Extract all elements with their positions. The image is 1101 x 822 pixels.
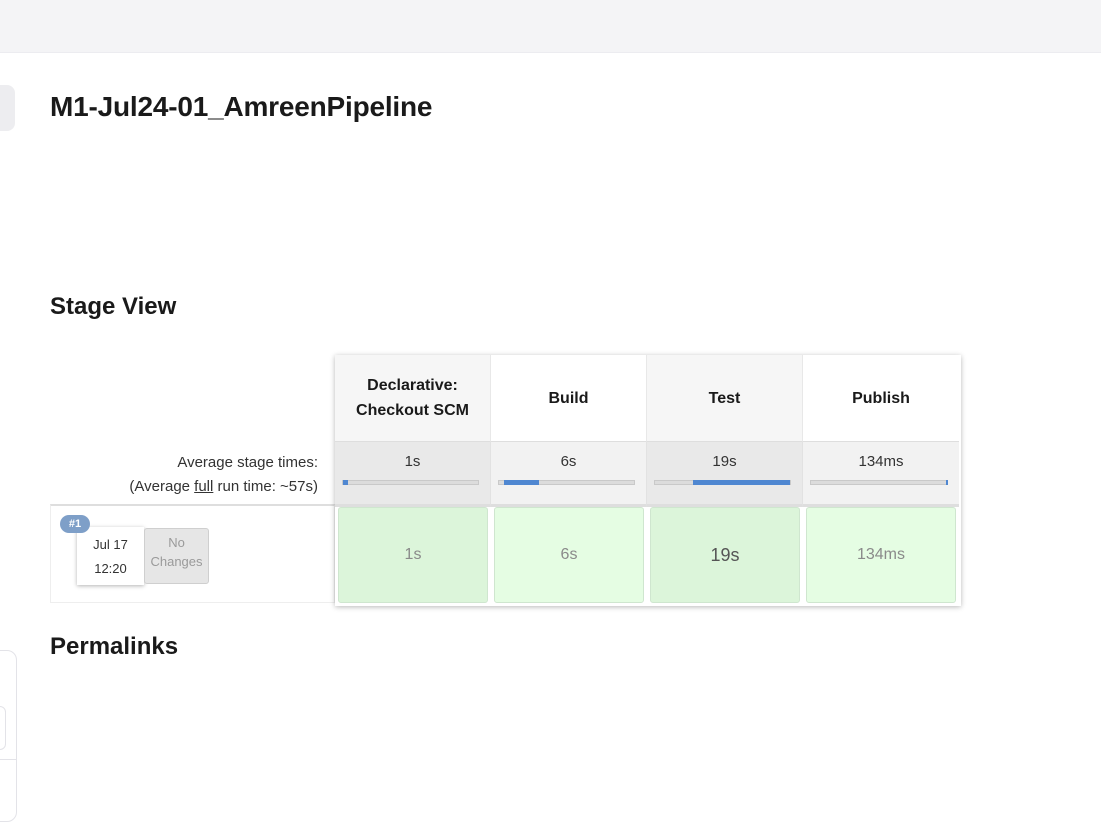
- stage-average-bar-fill: [945, 480, 948, 485]
- stage-average: 1s: [335, 442, 491, 507]
- stage-average-time: 6s: [560, 453, 577, 470]
- stage-name-line-1: Declarative:: [367, 377, 458, 394]
- stage-header: Declarative: Checkout SCM: [335, 355, 491, 442]
- stage-run-cell[interactable]: 19s: [650, 507, 800, 603]
- average-run-suffix: run time: ~57s): [213, 478, 318, 495]
- build-date-card[interactable]: Jul 17 12:20: [77, 527, 144, 585]
- sidebar-collapsed-item[interactable]: [0, 85, 15, 131]
- stage-average-time: 134ms: [858, 453, 904, 470]
- sidebar-panel: [0, 650, 17, 822]
- stage-column: Declarative: Checkout SCM 1s 1s: [335, 355, 491, 606]
- stage-column: Build 6s 6s: [491, 355, 647, 606]
- build-row-header: #1 Jul 17 12:20 No Changes: [50, 504, 335, 603]
- stage-view-grid: Declarative: Checkout SCM 1s 1s Build 6s …: [335, 355, 961, 606]
- build-time: 12:20: [94, 561, 127, 576]
- build-number-badge[interactable]: #1: [60, 515, 90, 533]
- build-date: Jul 17: [93, 537, 128, 552]
- stage-name-line-1: Build: [548, 389, 589, 407]
- stage-average-bar: [498, 480, 635, 485]
- stage-average-bar-fill: [504, 480, 540, 485]
- stage-column: Test 19s 19s: [647, 355, 803, 606]
- stage-average: 6s: [491, 442, 647, 507]
- changes-line-1: No: [168, 535, 185, 550]
- average-stage-times-text: Average stage times:: [177, 454, 318, 471]
- stage-average: 19s: [647, 442, 803, 507]
- average-run-prefix: (Average: [129, 478, 195, 495]
- stage-column: Publish 134ms 134ms: [803, 355, 959, 606]
- changes-indicator[interactable]: No Changes: [144, 528, 209, 584]
- average-run-time-text: (Average full run time: ~57s): [50, 475, 318, 499]
- stage-average-time: 1s: [404, 453, 421, 470]
- stage-name-line-1: Test: [708, 389, 741, 407]
- changes-line-2: Changes: [150, 554, 203, 569]
- stage-run-cell[interactable]: 1s: [338, 507, 488, 603]
- stage-average-bar: [810, 480, 948, 485]
- sidebar-divider: [0, 759, 16, 760]
- stage-header: Build: [491, 355, 647, 442]
- stage-average-bar-fill: [343, 480, 349, 485]
- permalinks-heading: Permalinks: [50, 633, 179, 660]
- stage-average-bar-fill: [692, 480, 790, 485]
- page-title: M1-Jul24-01_AmreenPipeline: [50, 91, 433, 122]
- top-header-bar: [0, 0, 1101, 53]
- stage-name-line-1: Publish: [852, 389, 910, 407]
- stage-run-cell[interactable]: 6s: [494, 507, 644, 603]
- average-times-label: Average stage times: (Average full run t…: [50, 451, 318, 499]
- stage-average-bar: [342, 480, 479, 485]
- stage-name-line-2: Checkout SCM: [356, 402, 469, 419]
- stage-average-bar: [654, 480, 791, 485]
- full-run-time-link[interactable]: full: [194, 478, 213, 495]
- stage-average-time: 19s: [712, 453, 737, 470]
- stage-header: Test: [647, 355, 803, 442]
- stage-average: 134ms: [803, 442, 959, 507]
- stage-view-heading: Stage View: [50, 293, 177, 320]
- stage-header: Publish: [803, 355, 959, 442]
- stage-run-cell[interactable]: 134ms: [806, 507, 956, 603]
- sidebar-panel-item[interactable]: [0, 706, 6, 750]
